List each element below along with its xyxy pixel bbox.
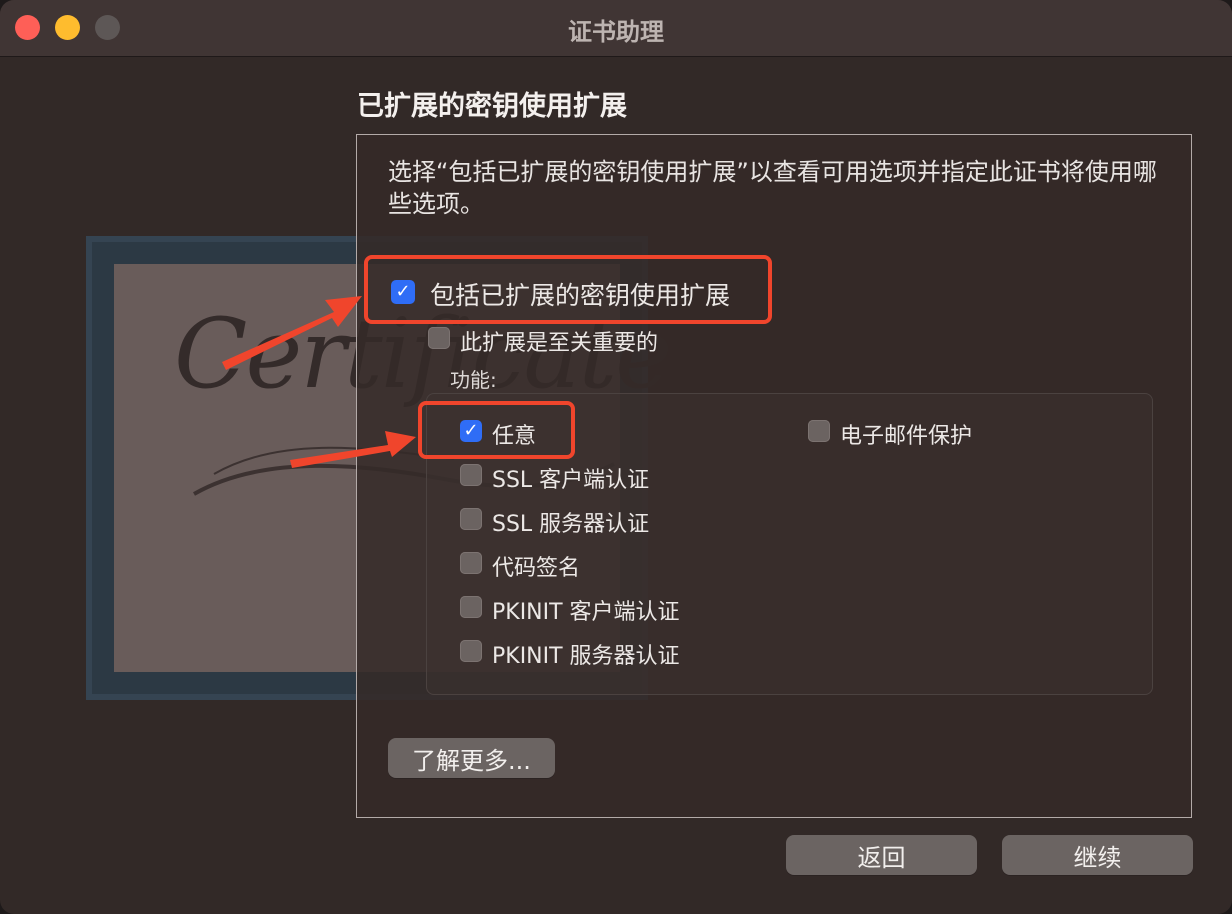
section-description: 选择“包括已扩展的密钥使用扩展”以查看可用选项并指定此证书将使用哪些选项。 <box>388 158 1157 218</box>
capability-code-signing-label: 代码签名 <box>492 556 581 581</box>
capability-ssl-client-label: SSL 客户端认证 <box>492 468 650 493</box>
title-bar: 证书助理 <box>0 0 1232 57</box>
continue-button[interactable]: 继续 <box>1002 835 1193 875</box>
critical-extension-label: 此扩展是至关重要的 <box>460 331 659 356</box>
critical-extension-checkbox[interactable] <box>428 327 450 349</box>
capability-code-signing-checkbox[interactable] <box>460 552 482 574</box>
include-extension-label: 包括已扩展的密钥使用扩展 <box>430 281 731 310</box>
include-extension-checkbox[interactable]: ✓ <box>391 280 415 304</box>
section-heading: 已扩展的密钥使用扩展 <box>357 91 627 122</box>
back-button[interactable]: 返回 <box>786 835 977 875</box>
capability-ssl-client-checkbox[interactable] <box>460 464 482 486</box>
capability-any-label: 任意 <box>492 424 537 449</box>
learn-more-button[interactable]: 了解更多... <box>388 738 555 778</box>
capability-email-protection-checkbox[interactable] <box>808 420 830 442</box>
capability-any-checkbox[interactable]: ✓ <box>460 420 482 442</box>
capability-ssl-server-label: SSL 服务器认证 <box>492 512 650 537</box>
capability-pkinit-client-label: PKINIT 客户端认证 <box>492 600 680 625</box>
capability-pkinit-server-label: PKINIT 服务器认证 <box>492 644 680 669</box>
certificate-assistant-window: 证书助理 Certificate 已扩展的密钥使用扩展 选择“包括已扩展的密钥使… <box>0 0 1232 914</box>
capability-email-protection-label: 电子邮件保护 <box>840 424 973 449</box>
capability-pkinit-server-checkbox[interactable] <box>460 640 482 662</box>
capabilities-label: 功能: <box>450 368 497 392</box>
capability-ssl-server-checkbox[interactable] <box>460 508 482 530</box>
window-title: 证书助理 <box>568 18 664 46</box>
capability-pkinit-client-checkbox[interactable] <box>460 596 482 618</box>
